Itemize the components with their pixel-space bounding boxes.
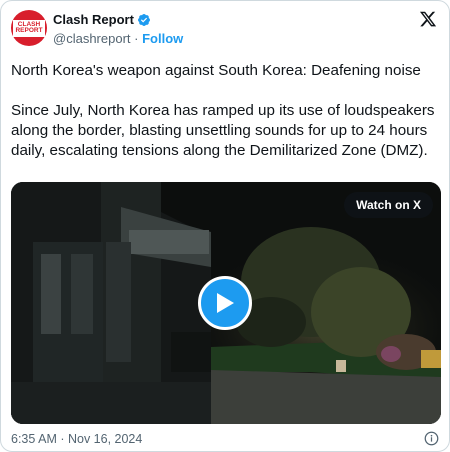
- video-player[interactable]: Watch on X: [11, 182, 441, 424]
- tweet-timestamp[interactable]: 6:35 AM · Nov 16, 2024: [11, 432, 142, 446]
- verified-badge-icon: [137, 13, 150, 26]
- avatar[interactable]: CLASH REPORT: [11, 10, 47, 46]
- tweet-headline: North Korea's weapon against South Korea…: [11, 62, 421, 79]
- x-logo-icon[interactable]: [419, 10, 437, 28]
- display-name[interactable]: Clash Report: [53, 12, 134, 27]
- info-icon[interactable]: [424, 431, 439, 446]
- play-button[interactable]: [198, 276, 252, 330]
- tweet-card: CLASH REPORT Clash Report @clashreport · …: [0, 0, 450, 452]
- watch-on-x-button[interactable]: Watch on X: [344, 192, 433, 218]
- play-icon: [217, 293, 234, 313]
- handle-row: @clashreport · Follow: [53, 31, 183, 46]
- separator: ·: [134, 31, 139, 46]
- follow-button[interactable]: Follow: [142, 31, 183, 46]
- tweet-text: North Korea's weapon against South Korea…: [11, 61, 441, 161]
- avatar-logo: CLASH REPORT: [13, 19, 45, 37]
- author-name-row: Clash Report: [53, 12, 151, 27]
- handle[interactable]: @clashreport: [53, 31, 131, 46]
- tweet-body: Since July, North Korea has ramped up it…: [11, 102, 435, 159]
